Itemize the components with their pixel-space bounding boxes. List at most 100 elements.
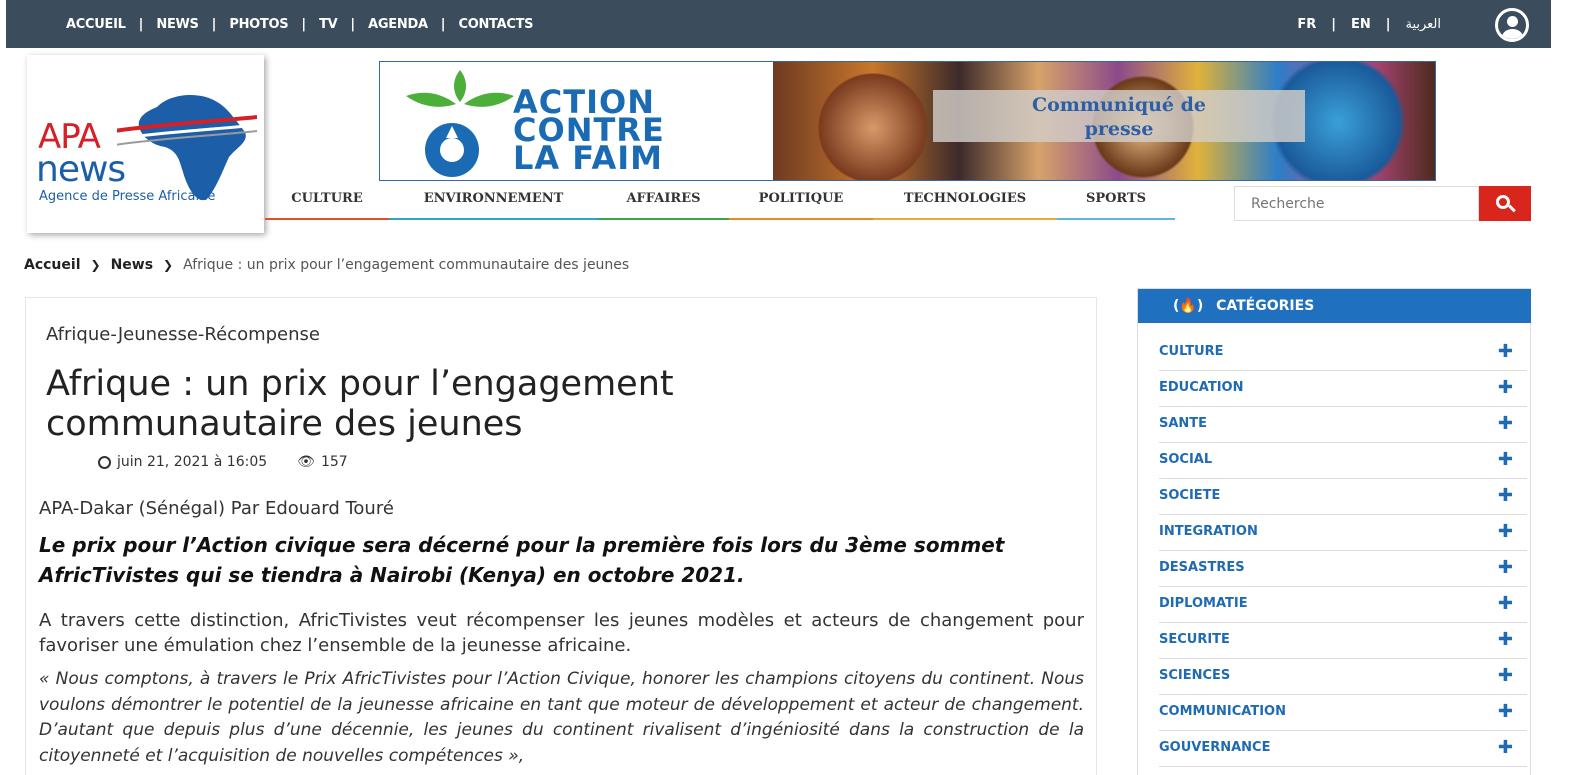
breadcrumb-news[interactable]: News (111, 257, 153, 273)
article-date: juin 21, 2021 à 16:05 (117, 454, 268, 470)
sidebar-item-securite[interactable]: SECURITE ✚ (1159, 623, 1527, 659)
category-nav: CULTURE ENVIRONNEMENT AFFAIRES POLITIQUE… (265, 186, 1175, 220)
user-icon-body (1502, 29, 1523, 39)
breadcrumb: Accueil ❯ News ❯ Afrique : un prix pour … (24, 257, 629, 273)
banner-ad[interactable]: ACTION CONTRE LA FAIM Communiqué de pres… (379, 61, 1436, 181)
categories-sidebar: (🔥) CATÉGORIES CULTURE ✚ EDUCATION ✚ SANTE… (1137, 288, 1531, 775)
catnav-affaires[interactable]: AFFAIRES (598, 186, 729, 220)
banner-photo-figure (813, 62, 933, 180)
chevron-right-icon: ❯ (163, 258, 174, 272)
plus-icon[interactable]: ✚ (1498, 665, 1513, 686)
search-input[interactable] (1234, 186, 1479, 221)
separator: | (1331, 16, 1336, 32)
sidebar-item-social[interactable]: SOCIAL ✚ (1159, 443, 1527, 479)
search-button[interactable] (1479, 186, 1531, 221)
topnav-photos[interactable]: PHOTOS (229, 17, 288, 32)
user-account-icon[interactable] (1495, 8, 1529, 42)
plus-icon[interactable]: ✚ (1498, 485, 1513, 506)
chevron-right-icon: ❯ (90, 258, 101, 272)
plus-icon[interactable]: ✚ (1498, 521, 1513, 542)
lang-fr[interactable]: FR (1297, 17, 1316, 32)
banner-org-line: LA FAIM (513, 139, 663, 177)
sidebar-item-sciences[interactable]: SCIENCES ✚ (1159, 659, 1527, 695)
catnav-environnement[interactable]: ENVIRONNEMENT (389, 186, 598, 220)
sidebar-item-label: SOCIAL (1159, 452, 1213, 467)
sidebar-item-label: CULTURE (1159, 344, 1224, 359)
article-paragraph: A travers cette distinction, AfricTivist… (39, 610, 1084, 656)
separator: | (211, 16, 217, 32)
sidebar-item-sante[interactable]: SANTE ✚ (1159, 407, 1527, 443)
communique-line: Communiqué de (1031, 94, 1207, 116)
article-meta: juin 21, 2021 à 16:05 👁 157 (98, 454, 348, 470)
sidebar-item-label: SCIENCES (1159, 668, 1231, 683)
user-icon-head (1507, 16, 1518, 27)
communique-line: presse (1084, 118, 1154, 140)
plus-icon[interactable]: ✚ (1498, 737, 1513, 758)
sidebar-item-label: GOUVERNANCE (1159, 740, 1271, 755)
sidebar-item-label: SANTE (1159, 416, 1208, 431)
top-bar: ACCUEIL | NEWS | PHOTOS | TV | AGENDA | … (6, 0, 1551, 48)
topnav-agenda[interactable]: AGENDA (368, 17, 428, 32)
sidebar-item-culture[interactable]: CULTURE ✚ (1159, 335, 1527, 371)
sidebar-item-diplomatie[interactable]: DIPLOMATIE ✚ (1159, 587, 1527, 623)
eye-icon: 👁 (297, 454, 315, 470)
separator: | (301, 16, 307, 32)
topnav-contacts[interactable]: CONTACTS (458, 17, 533, 32)
plus-icon[interactable]: ✚ (1498, 449, 1513, 470)
page: ACCUEIL | NEWS | PHOTOS | TV | AGENDA | … (0, 0, 1577, 775)
sidebar-item-label: DIPLOMATIE (1159, 596, 1248, 611)
plus-icon[interactable]: ✚ (1498, 413, 1513, 434)
article-card: Afrique-Jeunesse-Récompense Afrique : un… (25, 297, 1097, 775)
article-title: Afrique : un prix pour l’engagement comm… (46, 364, 674, 444)
plus-icon[interactable]: ✚ (1498, 629, 1513, 650)
sidebar-item-gouvernance[interactable]: GOUVERNANCE ✚ (1159, 731, 1527, 767)
plus-icon[interactable]: ✚ (1498, 557, 1513, 578)
article-byline: APA-Dakar (Sénégal) Par Edouard Touré (39, 498, 394, 519)
lang-en[interactable]: EN (1351, 17, 1371, 32)
catnav-sports[interactable]: SPORTS (1057, 186, 1175, 220)
banner-communique: Communiqué de presse (933, 90, 1305, 142)
lang-ar[interactable]: العربية (1405, 17, 1441, 32)
sidebar-item-label: SOCIETE (1159, 488, 1221, 503)
topnav-accueil[interactable]: ACCUEIL (66, 17, 126, 32)
article-views: 157 (320, 454, 348, 470)
sidebar-list: CULTURE ✚ EDUCATION ✚ SANTE ✚ SOCIAL ✚ SOCIE… (1159, 335, 1527, 767)
page-edge (1551, 0, 1577, 775)
top-nav: ACCUEIL | NEWS | PHOTOS | TV | AGENDA | … (66, 0, 534, 48)
article-kicker: Afrique-Jeunesse-Récompense (46, 324, 320, 345)
plus-icon[interactable]: ✚ (1498, 377, 1513, 398)
sidebar-item-label: EDUCATION (1159, 380, 1244, 395)
search-box (1234, 186, 1531, 221)
topnav-tv[interactable]: TV (319, 17, 338, 32)
separator: | (350, 16, 356, 32)
breadcrumb-home[interactable]: Accueil (24, 257, 81, 273)
plus-icon[interactable]: ✚ (1498, 593, 1513, 614)
breadcrumb-current: Afrique : un prix pour l’engagement comm… (183, 257, 630, 273)
sidebar-item-education[interactable]: EDUCATION ✚ (1159, 371, 1527, 407)
catnav-culture[interactable]: CULTURE (265, 186, 389, 220)
search-icon-handle (1508, 204, 1516, 213)
sidebar-item-label: SECURITE (1159, 632, 1230, 647)
sidebar-item-desastres[interactable]: DESASTRES ✚ (1159, 551, 1527, 587)
catnav-technologies[interactable]: TECHNOLOGIES (873, 186, 1057, 220)
separator: | (138, 16, 144, 32)
article-lead: Le prix pour l’Action civique sera décer… (39, 533, 1005, 587)
banner-org-name: ACTION CONTRE LA FAIM (513, 86, 665, 177)
plus-icon[interactable]: ✚ (1498, 701, 1513, 722)
sidebar-header: (🔥) CATÉGORIES (1138, 289, 1531, 323)
catnav-politique[interactable]: POLITIQUE (729, 186, 873, 220)
plus-icon[interactable]: ✚ (1498, 341, 1513, 362)
separator: | (1385, 16, 1391, 32)
logo-tagline: Agence de Presse Africaine (39, 189, 216, 204)
sidebar-item-label: DESASTRES (1159, 560, 1245, 575)
topnav-news[interactable]: NEWS (156, 17, 199, 32)
sidebar-item-integration[interactable]: INTEGRATION ✚ (1159, 515, 1527, 551)
sidebar-item-label: COMMUNICATION (1159, 704, 1286, 719)
sidebar-item-societe[interactable]: SOCIETE ✚ (1159, 479, 1527, 515)
sidebar-item-communication[interactable]: COMMUNICATION ✚ (1159, 695, 1527, 731)
site-logo[interactable]: APA news Agence de Presse Africaine (27, 55, 264, 233)
banner-logo-panel: ACTION CONTRE LA FAIM (380, 62, 773, 180)
clock-icon (98, 455, 111, 469)
action-contre-la-faim-logo-icon (406, 70, 514, 177)
sidebar-title: CATÉGORIES (1216, 298, 1315, 314)
